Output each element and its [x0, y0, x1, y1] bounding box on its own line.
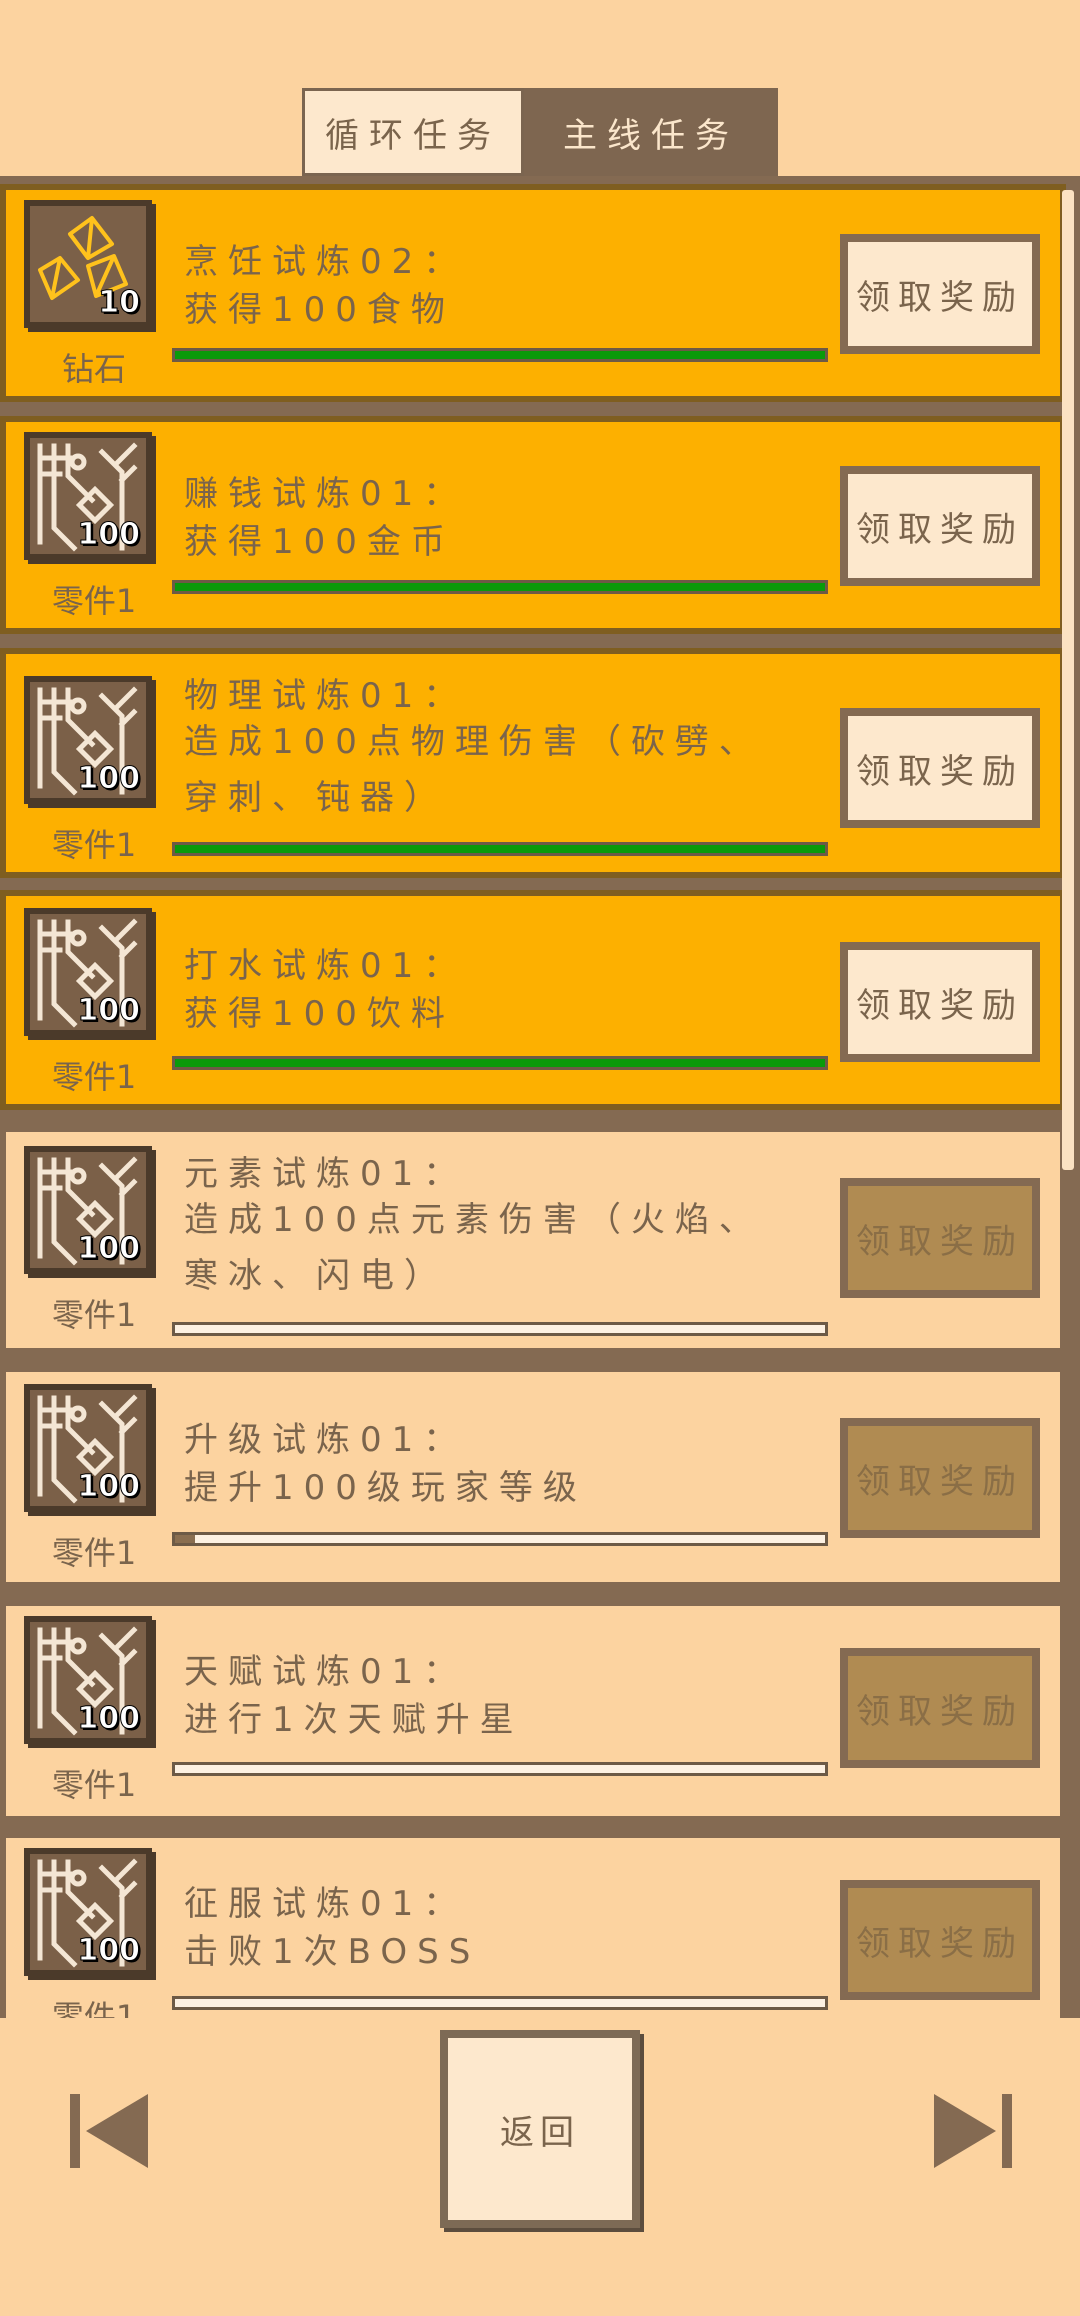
reward-quantity: 100: [77, 993, 141, 1029]
reward-name: 零件1: [51, 582, 137, 620]
reward-quantity: 100: [77, 761, 141, 797]
task-card: 100 零件1 征服试炼01： 击败1次BOSS 领取奖励: [0, 1832, 1066, 2018]
progress-bar: [172, 1056, 828, 1070]
progress-bar: [172, 1762, 828, 1776]
reward-quantity: 100: [77, 1469, 141, 1505]
circuit-part-icon: 100: [24, 1848, 152, 1976]
task-card: 100 零件1 物理试炼01： 造成100点物理伤害（砍劈、穿刺、钝器） 领取奖…: [0, 648, 1066, 878]
reward-quantity: 100: [77, 1231, 141, 1267]
scrollbar[interactable]: [1062, 190, 1074, 1170]
task-tabs: 循环任务 主线任务: [302, 88, 778, 176]
task-description: 造成100点元素伤害（火焰、寒冰、闪电）: [184, 1200, 763, 1296]
task-description: 获得100饮料: [184, 994, 455, 1034]
task-description: 造成100点物理伤害（砍劈、穿刺、钝器）: [184, 722, 763, 818]
claim-reward-button[interactable]: 领取奖励: [840, 1880, 1040, 2000]
task-title: 赚钱试炼01：: [184, 474, 468, 514]
task-description: 获得100金币: [184, 522, 455, 562]
task-card: 100 零件1 元素试炼01： 造成100点元素伤害（火焰、寒冰、闪电） 领取奖…: [0, 1126, 1066, 1354]
task-list[interactable]: 10 钻石 烹饪试炼02： 获得100食物 领取奖励 100 零件1 赚钱试炼0…: [0, 176, 1080, 2018]
progress-bar: [172, 1322, 828, 1336]
reward-quantity: 10: [98, 285, 141, 321]
claim-reward-button[interactable]: 领取奖励: [840, 1648, 1040, 1768]
circuit-part-icon: 100: [24, 908, 152, 1036]
reward-name: 零件1: [51, 826, 137, 864]
task-description: 获得100食物: [184, 290, 455, 330]
claim-reward-button[interactable]: 领取奖励: [840, 708, 1040, 828]
reward-name: 零件1: [51, 1534, 137, 1572]
progress-bar: [172, 1532, 828, 1546]
task-card: 100 零件1 打水试炼01： 获得100饮料 领取奖励: [0, 890, 1066, 1110]
skip-forward-icon[interactable]: [930, 2086, 1016, 2176]
circuit-part-icon: 100: [24, 432, 152, 560]
task-title: 升级试炼01：: [184, 1420, 468, 1460]
task-description: 提升100级玩家等级: [184, 1468, 587, 1508]
reward-quantity: 100: [77, 1933, 141, 1969]
reward-name: 零件1: [51, 1766, 137, 1804]
task-title: 征服试炼01：: [184, 1884, 468, 1924]
task-title: 烹饪试炼02：: [184, 242, 468, 282]
progress-bar: [172, 580, 828, 594]
circuit-part-icon: 100: [24, 1616, 152, 1744]
claim-reward-button[interactable]: 领取奖励: [840, 234, 1040, 354]
task-title: 元素试炼01：: [184, 1154, 468, 1194]
task-card: 10 钻石 烹饪试炼02： 获得100食物 领取奖励: [0, 184, 1066, 402]
reward-name: 零件1: [51, 1058, 137, 1096]
task-card: 100 零件1 升级试炼01： 提升100级玩家等级 领取奖励: [0, 1366, 1066, 1588]
tab-cycle-tasks[interactable]: 循环任务: [302, 88, 524, 176]
back-button[interactable]: 返回: [440, 2030, 640, 2228]
reward-name: 零件1: [51, 1296, 137, 1334]
reward-quantity: 100: [77, 1701, 141, 1737]
task-description: 击败1次BOSS: [184, 1932, 481, 1972]
task-description: 进行1次天赋升星: [184, 1700, 524, 1740]
claim-reward-button[interactable]: 领取奖励: [840, 1178, 1040, 1298]
progress-bar: [172, 348, 828, 362]
task-title: 物理试炼01：: [184, 676, 468, 716]
claim-reward-button[interactable]: 领取奖励: [840, 466, 1040, 586]
diamond-icon: 10: [24, 200, 152, 328]
tab-main-tasks[interactable]: 主线任务: [524, 88, 778, 176]
reward-name: 钻石: [61, 350, 126, 388]
circuit-part-icon: 100: [24, 676, 152, 804]
reward-name: 零件1: [51, 1998, 137, 2018]
progress-bar: [172, 842, 828, 856]
circuit-part-icon: 100: [24, 1384, 152, 1512]
claim-reward-button[interactable]: 领取奖励: [840, 942, 1040, 1062]
circuit-part-icon: 100: [24, 1146, 152, 1274]
task-title: 打水试炼01：: [184, 946, 468, 986]
reward-quantity: 100: [77, 517, 141, 553]
task-card: 100 零件1 赚钱试炼01： 获得100金币 领取奖励: [0, 416, 1066, 634]
skip-back-icon[interactable]: [66, 2086, 152, 2176]
task-title: 天赋试炼01：: [184, 1652, 468, 1692]
progress-bar: [172, 1996, 828, 2010]
claim-reward-button[interactable]: 领取奖励: [840, 1418, 1040, 1538]
task-card: 100 零件1 天赋试炼01： 进行1次天赋升星 领取奖励: [0, 1600, 1066, 1822]
